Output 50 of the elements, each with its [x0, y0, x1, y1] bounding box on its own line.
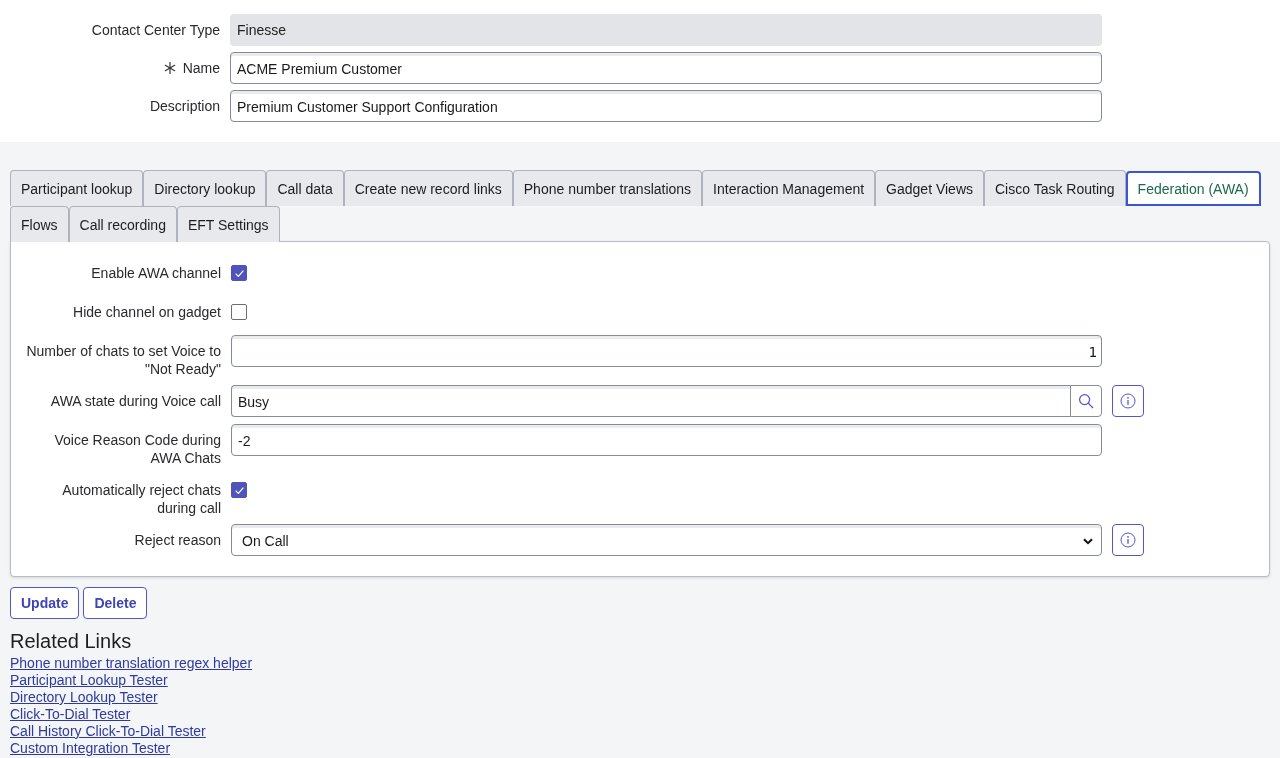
checkmark-icon	[234, 486, 244, 494]
section-heading: Related Links	[10, 629, 133, 653]
field-label: Number of chats to set Voice to "Not Ready"	[25, 342, 221, 378]
text-field[interactable]: Premium Customer Support Configuration	[230, 90, 1102, 122]
info-icon	[1120, 532, 1136, 548]
tab[interactable]: Call data	[266, 170, 344, 206]
related-link[interactable]: Phone number translation regex helper	[10, 655, 253, 672]
checkbox[interactable]	[231, 265, 247, 281]
tab[interactable]: EFT Settings	[176, 206, 280, 242]
dropdown-select[interactable]: On Call	[231, 524, 1102, 556]
info-icon	[1120, 393, 1136, 409]
tab[interactable]: Interaction Management	[702, 170, 876, 206]
field-label: Voice Reason Code during AWA Chats	[53, 431, 221, 467]
tab[interactable]: Participant lookup	[10, 170, 144, 206]
search-icon	[1078, 393, 1094, 409]
checkmark-icon	[234, 269, 244, 277]
info-button[interactable]	[1112, 385, 1144, 417]
text-field[interactable]: ACME Premium Customer	[230, 52, 1102, 84]
info-button[interactable]	[1112, 524, 1144, 556]
related-link[interactable]: Participant Lookup Tester	[10, 672, 168, 689]
related-link[interactable]: Custom Integration Tester	[10, 740, 171, 757]
number-field[interactable]: 1	[231, 335, 1102, 367]
field-label: Enable AWA channel	[90, 264, 221, 282]
field-label: Hide channel on gadget	[72, 303, 221, 321]
tab[interactable]: Phone number translations	[512, 170, 703, 206]
field-label: Name	[182, 60, 220, 76]
tab[interactable]: Gadget Views	[875, 170, 984, 206]
tab[interactable]: Flows	[10, 206, 69, 242]
readonly-field: Finesse	[230, 14, 1102, 46]
tab[interactable]: Federation (AWA)	[1125, 171, 1261, 206]
field-label: AWA state during Voice call	[49, 392, 221, 410]
text-field[interactable]: -2	[231, 424, 1102, 456]
search-button[interactable]	[1070, 385, 1102, 417]
field-label: Automatically reject chats during call	[61, 481, 221, 517]
tab[interactable]: Directory lookup	[143, 170, 267, 206]
action-button[interactable]: Update	[10, 587, 80, 619]
action-button[interactable]: Delete	[83, 587, 148, 619]
related-link[interactable]: Directory Lookup Tester	[10, 689, 158, 706]
related-link[interactable]: Click-To-Dial Tester	[10, 706, 131, 723]
related-link[interactable]: Call History Click-To-Dial Tester	[10, 723, 206, 740]
tab[interactable]: Cisco Task Routing	[984, 170, 1126, 206]
field-label: Description	[149, 98, 220, 114]
lookup-field[interactable]: Busy	[231, 385, 1070, 417]
field-label: Contact Center Type	[91, 22, 220, 38]
tab[interactable]: Create new record links	[343, 170, 513, 206]
checkbox[interactable]	[231, 304, 247, 320]
chevron-down-icon	[1083, 537, 1093, 545]
field-label: Reject reason	[133, 531, 221, 549]
checkbox[interactable]	[231, 482, 247, 498]
tab[interactable]: Call recording	[68, 206, 177, 242]
